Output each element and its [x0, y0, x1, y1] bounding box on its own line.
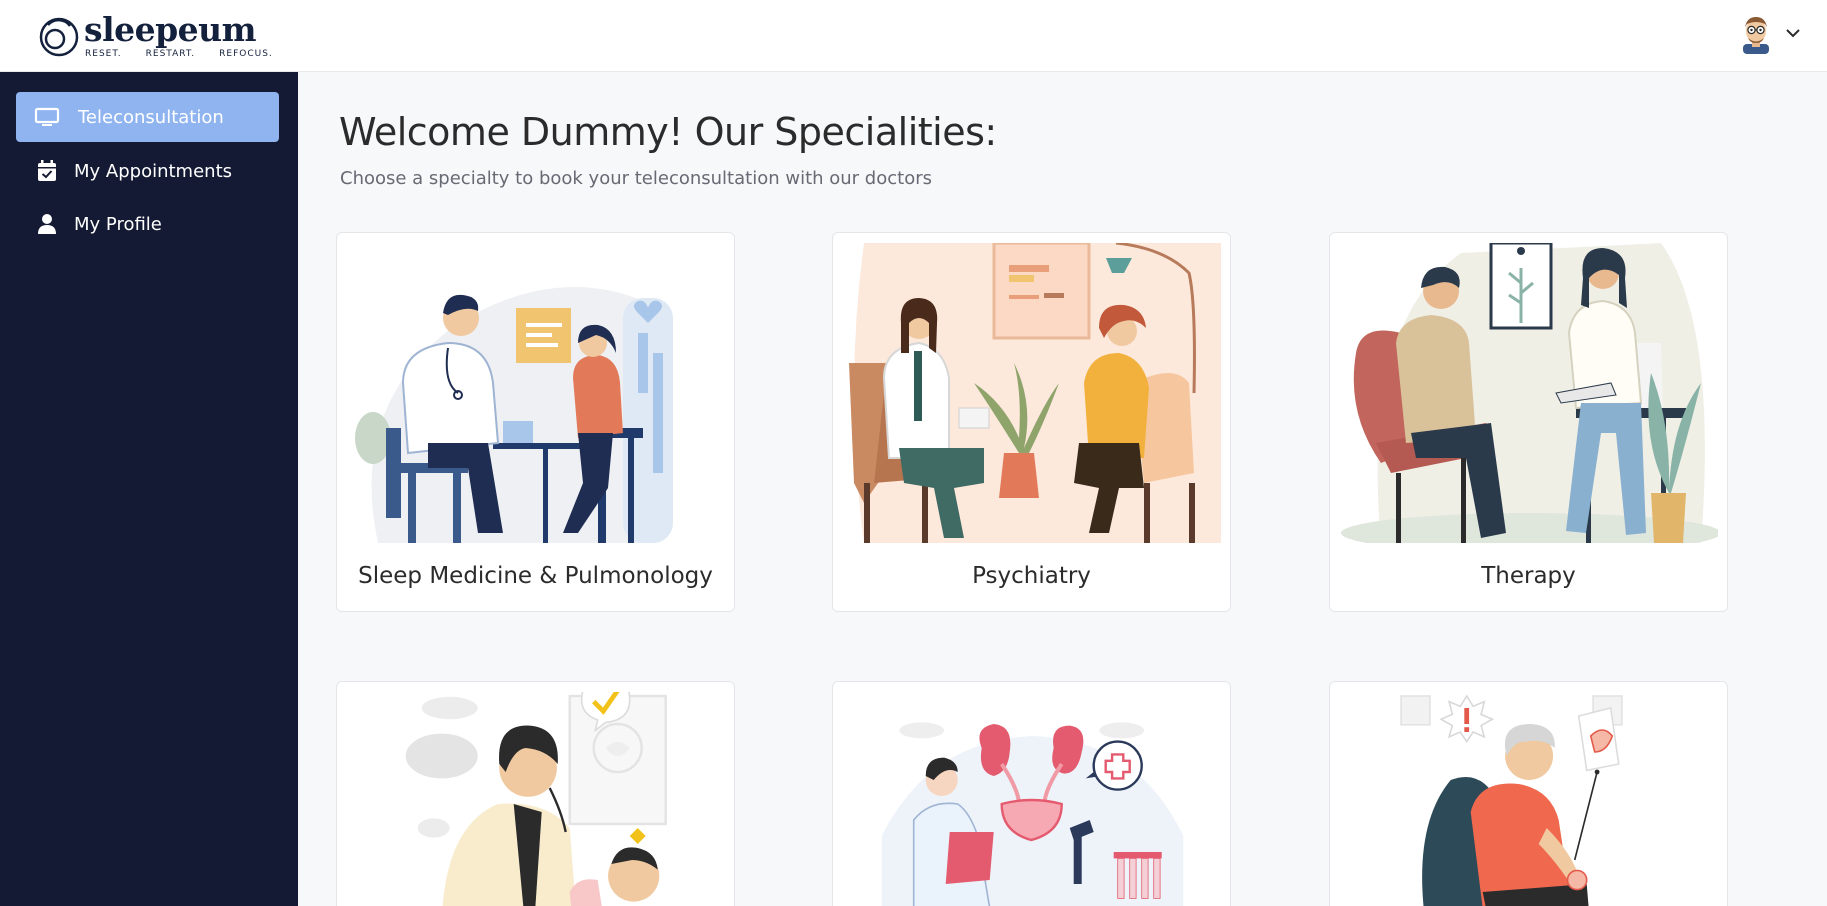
psychiatry-session-illustration [849, 243, 1221, 543]
specialty-label: Sleep Medicine & Pulmonology [358, 563, 713, 589]
specialty-label: Therapy [1481, 563, 1576, 589]
page-title: Welcome Dummy! Our Specialities: [339, 110, 997, 154]
sidebar-item-label: My Profile [74, 213, 162, 235]
user-icon [34, 213, 60, 235]
sidebar-item-label: Teleconsultation [78, 106, 224, 128]
page-subtitle: Choose a specialty to book your telecons… [340, 168, 932, 189]
specialty-label: Psychiatry [972, 563, 1091, 589]
logo-mark-icon [39, 17, 79, 57]
specialty-card-therapy[interactable]: Therapy [1329, 232, 1728, 612]
brand-name: sleepeum [84, 10, 257, 49]
urology-illustration [881, 722, 1184, 906]
pediatrician-illustration [405, 692, 667, 906]
brand-logo[interactable]: sleepeum RESET. RESTART. REFOCUS. [38, 10, 272, 62]
specialty-card-sleep-medicine[interactable]: Sleep Medicine & Pulmonology [336, 232, 735, 612]
brand-tagline: RESET. RESTART. REFOCUS. [85, 49, 297, 59]
specialty-card-4[interactable] [336, 681, 735, 906]
doctor-consultation-illustration [355, 287, 673, 543]
calendar-check-icon [34, 160, 60, 182]
sidebar: Teleconsultation My Appointments My Prof… [0, 72, 298, 906]
specialty-card-6[interactable] [1329, 681, 1728, 906]
specialty-card-5[interactable] [832, 681, 1231, 906]
specialty-card-psychiatry[interactable]: Psychiatry [832, 232, 1231, 612]
tagline-refocus: REFOCUS. [219, 49, 273, 59]
user-menu[interactable] [1737, 14, 1807, 54]
sidebar-item-my-appointments[interactable]: My Appointments [16, 146, 279, 196]
joint-pain-illustration [1400, 694, 1623, 906]
sidebar-item-label: My Appointments [74, 160, 233, 182]
therapy-session-illustration [1341, 243, 1718, 543]
sidebar-item-teleconsultation[interactable]: Teleconsultation [16, 92, 279, 142]
tagline-restart: RESTART. [145, 49, 196, 59]
monitor-icon [34, 106, 60, 128]
sidebar-item-my-profile[interactable]: My Profile [16, 199, 279, 249]
chevron-down-icon[interactable] [1785, 27, 1801, 39]
user-avatar[interactable] [1737, 14, 1775, 54]
top-header: sleepeum RESET. RESTART. REFOCUS. [0, 0, 1827, 72]
tagline-reset: RESET. [85, 49, 122, 59]
